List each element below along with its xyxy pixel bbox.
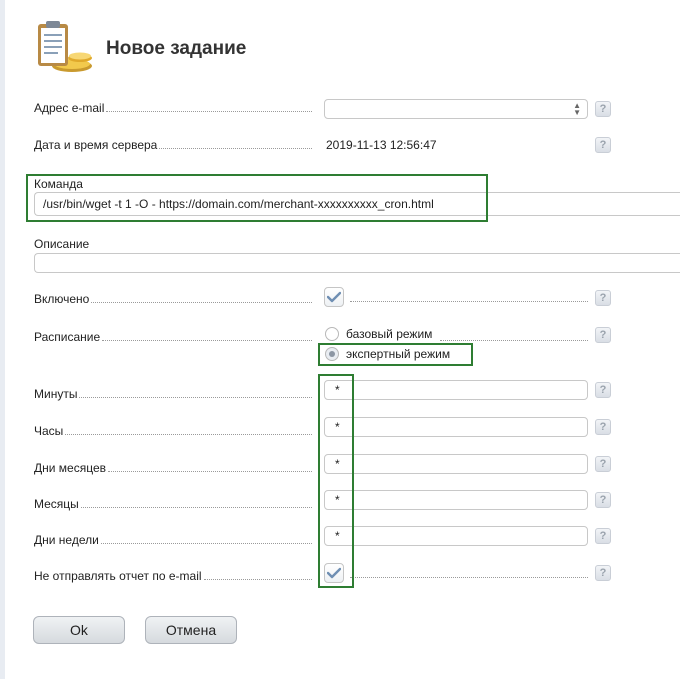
enabled-checkbox[interactable]: [324, 287, 344, 307]
dialog-title: Новое задание: [106, 38, 247, 59]
schedule-label: Расписание: [34, 330, 312, 344]
enabled-help-icon[interactable]: ?: [595, 290, 611, 306]
minutes-label: Минуты: [34, 387, 312, 401]
hours-input[interactable]: *: [324, 417, 588, 437]
days-of-month-value: *: [335, 457, 340, 471]
minutes-value: *: [335, 383, 340, 397]
schedule-expert-radio[interactable]: [325, 347, 339, 361]
hours-label: Часы: [34, 424, 312, 438]
email-label: Адрес e-mail: [34, 101, 312, 115]
days-of-month-label: Дни месяцев: [34, 461, 312, 475]
server-time-label: Дата и время сервера: [34, 138, 312, 152]
days-of-month-help-icon[interactable]: ?: [595, 456, 611, 472]
schedule-basic-radio[interactable]: [325, 327, 339, 341]
server-time-help-icon[interactable]: ?: [595, 137, 611, 153]
no-email-dotted-line: [350, 576, 588, 578]
months-value: *: [335, 493, 340, 507]
email-select[interactable]: ▲ ▼: [324, 99, 588, 119]
no-email-report-label: Не отправлять отчет по e-mail: [34, 569, 312, 583]
command-label: Команда: [34, 177, 83, 191]
enabled-label: Включено: [34, 292, 312, 306]
server-time-value: 2019-11-13 12:56:47: [326, 138, 437, 152]
months-help-icon[interactable]: ?: [595, 492, 611, 508]
description-label: Описание: [34, 237, 90, 251]
cancel-button[interactable]: Отмена: [145, 616, 237, 644]
command-input[interactable]: /usr/bin/wget -t 1 -O - https://domain.c…: [34, 192, 680, 216]
description-input[interactable]: [34, 253, 680, 273]
schedule-expert-label: экспертный режим: [346, 347, 451, 361]
weekdays-help-icon[interactable]: ?: [595, 528, 611, 544]
minutes-help-icon[interactable]: ?: [595, 382, 611, 398]
weekdays-label: Дни недели: [34, 533, 312, 547]
checkmark-icon: [327, 567, 341, 579]
no-email-report-checkbox[interactable]: [324, 563, 344, 583]
clipboard-task-icon: [34, 14, 96, 76]
checkmark-icon: [327, 291, 341, 303]
enabled-dotted-line: [350, 300, 588, 302]
ok-button[interactable]: Ok: [33, 616, 125, 644]
schedule-help-icon[interactable]: ?: [595, 327, 611, 343]
minutes-input[interactable]: *: [324, 380, 588, 400]
email-help-icon[interactable]: ?: [595, 101, 611, 117]
days-of-month-input[interactable]: *: [324, 454, 588, 474]
weekdays-input[interactable]: *: [324, 526, 588, 546]
command-value: /usr/bin/wget -t 1 -O - https://domain.c…: [43, 197, 434, 211]
months-label: Месяцы: [34, 497, 312, 511]
hours-value: *: [335, 420, 340, 434]
months-input[interactable]: *: [324, 490, 588, 510]
left-edge-bar: [0, 0, 5, 679]
schedule-basic-label: базовый режим: [346, 327, 433, 341]
weekdays-value: *: [335, 529, 340, 543]
spinner-arrows-icon[interactable]: ▲ ▼: [573, 102, 581, 117]
hours-help-icon[interactable]: ?: [595, 419, 611, 435]
no-email-report-help-icon[interactable]: ?: [595, 565, 611, 581]
cron-fields-highlight: [318, 374, 354, 588]
schedule-dotted-line: [440, 339, 588, 341]
